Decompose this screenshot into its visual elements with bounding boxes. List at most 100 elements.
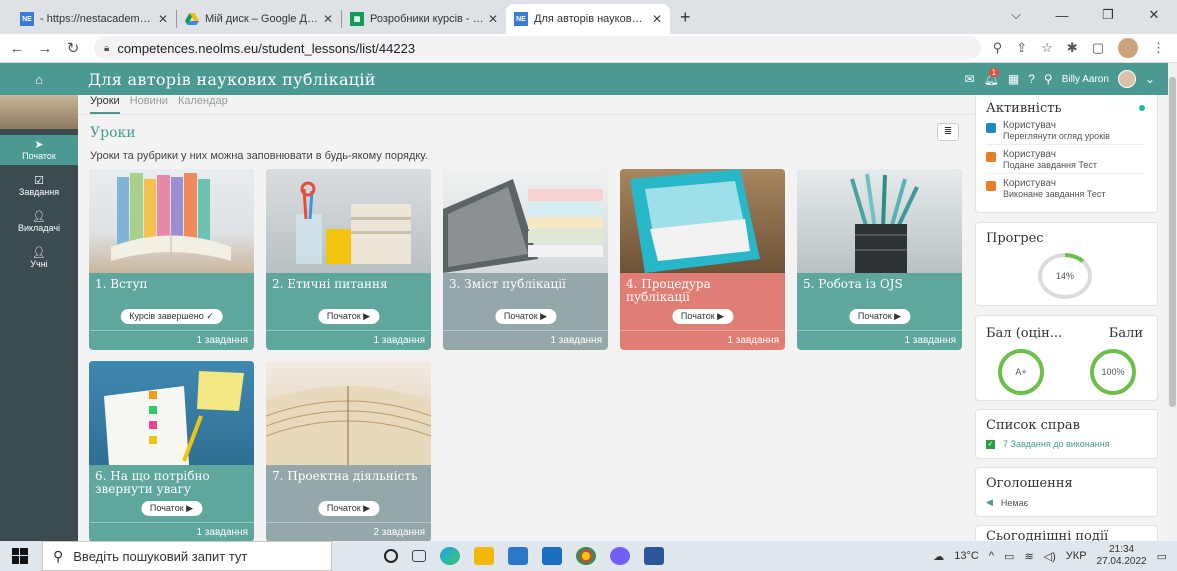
zoom-icon[interactable]: ⚲ [993,40,1003,56]
tray-chevron-icon[interactable]: ^ [989,550,994,562]
side-panel-icon[interactable]: ▢ [1092,40,1104,56]
start-button[interactable]: Початок ▶ [317,501,380,516]
task-view-icon[interactable] [412,550,426,562]
tab-search-icon[interactable]: ⌵ [993,7,1039,23]
search-icon[interactable]: ⚲ [1044,72,1053,86]
menu-icon[interactable]: ⋮ [1152,40,1165,56]
lesson-title[interactable]: 7. Проектна діяльність [272,470,422,483]
sidebar-item-students[interactable]: 👤︎ Учні [0,243,78,273]
top-bar: ⌂ Для авторів наукових публікацій ✉ 🔔︎ 1 … [0,63,1177,95]
lesson-card[interactable]: 3. Зміст публікації Початок ▶ 1 завдання [443,169,608,350]
lesson-card[interactable]: 2. Етичні питання Початок ▶ 1 завдання [266,169,431,350]
lesson-title[interactable]: 5. Робота із OJS [803,278,953,291]
lesson-image-pencils [797,169,962,273]
start-button[interactable]: Початок ▶ [848,309,911,324]
lesson-title[interactable]: 3. Зміст публікації [449,278,599,291]
lesson-title[interactable]: 2. Етичні питання [272,278,422,291]
taskbar-search-input[interactable]: ⚲ Введіть пошуковий запит тут [42,541,332,571]
start-button[interactable]: Початок ▶ [140,501,203,516]
tab-calendar[interactable]: Календар [178,95,228,114]
browser-tab-3[interactable]: ▦ Розробники курсів - Google Та ✕ [342,4,506,34]
profile-avatar[interactable] [1118,38,1138,58]
battery-icon[interactable]: ▭ [1004,550,1014,563]
close-window-icon[interactable]: ✕ [1131,7,1177,23]
start-button[interactable]: Початок ▶ [317,309,380,324]
tab-news[interactable]: Новини [130,95,168,114]
activity-user: Користувач [1003,178,1056,189]
volume-icon[interactable]: ◁) [1044,550,1056,563]
tab-lessons[interactable]: Уроки [90,95,120,114]
section-description: Уроки та рубрики у них можна заповнювати… [90,150,428,162]
chrome-icon[interactable] [576,547,596,565]
edge-icon[interactable] [440,547,460,565]
activity-item[interactable]: Користувач Подане завдання Тест [986,149,1144,174]
home-icon[interactable]: ⌂ [0,72,78,87]
chevron-down-icon[interactable]: ⌄ [1145,72,1155,86]
url-field[interactable]: 🔒︎ competences.neolms.eu/student_lessons… [94,36,981,60]
close-tab-icon[interactable]: ✕ [323,12,333,26]
lesson-card[interactable]: 7. Проектна діяльність Початок ▶ 2 завданн… [266,361,431,542]
browser-tab-4[interactable]: NE Для авторів наукових публікаці ✕ [506,4,670,34]
assignment-count: 2 завдання [373,527,425,538]
extensions-icon[interactable]: ✱ [1067,40,1078,56]
lesson-title[interactable]: 6. На що потрібно звернути увагу [95,470,245,496]
bookmark-star-icon[interactable]: ☆ [1041,40,1053,56]
back-icon[interactable]: ← [6,40,28,57]
minimize-icon[interactable]: — [1039,8,1085,23]
completed-button[interactable]: Курсів завершено ✓ [120,309,223,324]
wifi-icon[interactable]: ≋ [1024,550,1033,563]
help-icon[interactable]: ? [1028,72,1035,86]
user-avatar[interactable] [1117,70,1136,88]
restore-icon[interactable]: ❐ [1085,7,1131,23]
close-tab-icon[interactable]: ✕ [158,12,168,26]
mail-icon[interactable]: ✉ [965,72,975,86]
notifications-center-icon[interactable]: ▭ [1157,550,1167,563]
todo-text: 7 Завдання до виконання [1003,439,1110,449]
lesson-title[interactable]: 4. Процедура публікації [626,278,776,304]
todo-item[interactable]: ✓ 7 Завдання до виконання [986,439,1157,449]
browser-tab-1[interactable]: NE - https://nestacademyonline.neol ✕ [12,4,176,34]
word-icon[interactable] [644,547,664,565]
weather-temp[interactable]: 13°C [954,550,979,562]
assignment-count: 1 завдання [373,335,425,346]
sidebar-item-home[interactable]: ➤ Початок [0,135,78,165]
start-button[interactable]: Початок ▶ [494,309,557,324]
notifications-icon[interactable]: 🔔︎ 1 [984,68,1000,86]
card-divider [266,522,431,523]
close-tab-icon[interactable]: ✕ [488,12,498,26]
forward-icon[interactable]: → [34,40,56,57]
page-scrollbar[interactable] [1168,63,1177,541]
close-tab-icon[interactable]: ✕ [652,12,662,26]
lesson-card[interactable]: 6. На що потрібно звернути увагу Початок … [89,361,254,542]
list-view-icon[interactable]: ≣ [937,123,959,141]
viber-icon[interactable] [610,547,630,565]
language-indicator[interactable]: УКР [1066,550,1087,562]
points-value: 100% [1101,367,1125,377]
windows-start-icon[interactable] [12,548,28,564]
top-bar-actions: ✉ 🔔︎ 1 ▦ ? ⚲ Billy Aaron ⌄ [965,63,1155,95]
tab-title: - https://nestacademyonline.neol [40,13,154,25]
calendar-icon[interactable]: ▦ [1008,72,1019,86]
file-explorer-icon[interactable] [474,547,494,565]
mail-app-icon[interactable] [542,547,562,565]
reload-icon[interactable]: ↻ [62,39,84,57]
todo-title: Список справ [986,418,1080,433]
browser-tab-2[interactable]: Мій диск – Google Диск ✕ [177,4,341,34]
lesson-card[interactable]: 5. Робота із OJS Початок ▶ 1 завдання [797,169,962,350]
start-button[interactable]: Початок ▶ [671,309,734,324]
scrollbar-thumb[interactable] [1169,77,1176,407]
lesson-card[interactable]: 4. Процедура публікації Початок ▶ 1 завдан… [620,169,785,350]
progress-widget: Прогрес 14% [975,222,1158,306]
lesson-title[interactable]: 1. Вступ [95,278,245,291]
cortana-icon[interactable] [384,549,398,563]
activity-item[interactable]: Користувач Переглянути огляд уроків [986,120,1144,145]
share-icon[interactable]: ⇪ [1016,40,1027,56]
sidebar-item-teachers[interactable]: 👤︎ Викладачі [0,207,78,237]
lesson-card[interactable]: 1. Вступ Курсів завершено ✓ 1 завдання [89,169,254,350]
clock[interactable]: 21:34 27.04.2022 [1097,544,1147,568]
sidebar-item-assignments[interactable]: ☑ Завдання [0,171,78,201]
user-name[interactable]: Billy Aaron [1062,74,1109,85]
new-tab-button[interactable]: + [680,7,691,28]
activity-item[interactable]: Користувач Виконане завдання Тест [986,178,1144,202]
store-icon[interactable] [508,547,528,565]
